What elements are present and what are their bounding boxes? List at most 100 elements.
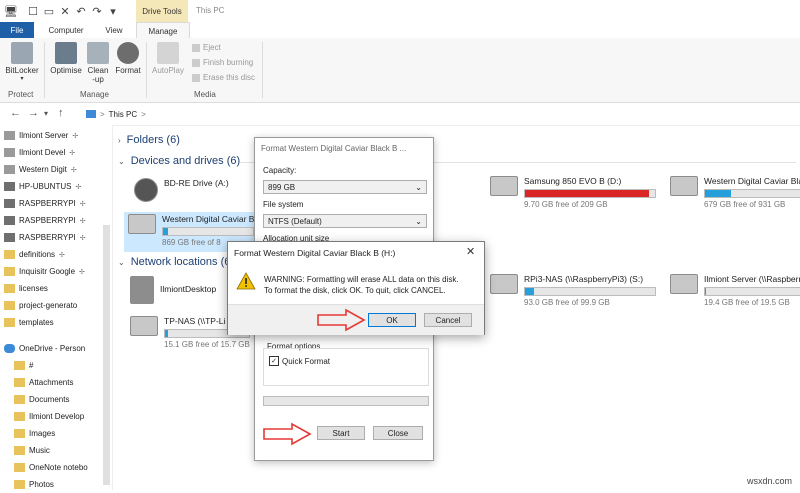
folder-icon <box>14 412 25 421</box>
drive-usage-bar <box>704 287 800 296</box>
sidebar-item-licenses[interactable]: licenses <box>4 280 102 297</box>
folder-icon <box>14 480 25 489</box>
format-progress-bar <box>263 396 429 406</box>
pin-icon[interactable]: ✢ <box>59 251 65 259</box>
sidebar-item-label: Ilmiont Devel <box>19 148 66 157</box>
sidebar-item-music[interactable]: Music <box>14 442 102 459</box>
undo-icon[interactable]: ↶ <box>74 4 88 18</box>
start-button[interactable]: Start <box>317 426 365 440</box>
network-drive-icon <box>670 274 698 294</box>
network-section-header[interactable]: ⌄ Network locations (6 <box>118 256 230 268</box>
sidebar-item-western-digit[interactable]: Western Digit ✢ <box>4 161 102 178</box>
pin-icon[interactable]: ✢ <box>71 166 77 174</box>
sidebar-item-images[interactable]: Images <box>14 425 102 442</box>
sidebar-item-ilmiont-devel[interactable]: Ilmiont Devel ✢ <box>4 144 102 161</box>
recent-dropdown-icon[interactable]: ▾ <box>44 109 48 118</box>
capacity-select[interactable]: 899 GB ⌄ <box>263 180 427 194</box>
drive-samsung-850[interactable]: Samsung 850 EVO B (D:) 9.70 GB free of 2… <box>490 176 656 209</box>
address-bar[interactable]: > This PC > <box>86 106 386 122</box>
hard-drive-icon <box>490 176 518 196</box>
network-icon <box>4 216 15 225</box>
cleanup-button[interactable]: Clean -up <box>86 42 110 84</box>
filesystem-select[interactable]: NTFS (Default) ⌄ <box>263 214 427 228</box>
sidebar-item-documents[interactable]: Documents <box>14 391 102 408</box>
close-button[interactable]: Close <box>373 426 423 440</box>
tab-computer[interactable]: Computer <box>40 22 92 38</box>
sidebar-item-label: definitions <box>19 250 56 259</box>
pin-icon[interactable]: ✢ <box>72 132 78 140</box>
sidebar-item-onenote-notebo[interactable]: OneNote notebo <box>14 459 102 476</box>
cleanup-icon <box>87 42 109 64</box>
devices-section-header[interactable]: ⌄ Devices and drives (6) <box>118 155 240 167</box>
ok-button[interactable]: OK <box>368 313 416 327</box>
tab-view[interactable]: View <box>96 22 132 38</box>
autoplay-button[interactable]: AutoPlay <box>150 42 186 75</box>
drive-free-space: 9.70 GB free of 209 GB <box>524 200 608 209</box>
sidebar-item-project-generato[interactable]: project-generato <box>4 297 102 314</box>
sidebar-item-hp-ubuntus[interactable]: HP-UBUNTUS ✢ <box>4 178 102 195</box>
sidebar-item-attachments[interactable]: Attachments <box>14 374 102 391</box>
format-dialog-title: Format Western Digital Caviar Black B ..… <box>261 144 407 153</box>
finish-burning-button[interactable]: Finish burning <box>192 58 253 67</box>
sidebar-item-raspberrypi[interactable]: RASPBERRYPI ✢ <box>4 229 102 246</box>
network-ilmiont-server[interactable]: Ilmiont Server (\\Raspberry 19.4 GB free… <box>670 274 800 307</box>
bitlocker-button[interactable]: BitLocker ▾ <box>3 42 41 82</box>
computer-icon[interactable]: 🖥 <box>4 4 18 18</box>
new-folder-icon[interactable]: ▭ <box>42 4 56 18</box>
format-button[interactable]: Format <box>114 42 142 75</box>
redo-icon[interactable]: ↷ <box>90 4 104 18</box>
drive-tools-context-label: Drive Tools <box>136 0 188 22</box>
quick-access-list: Ilmiont Server ✢ Ilmiont Devel ✢ Western Dig… <box>4 127 102 331</box>
network-name: Ilmiont Server (\\Raspberry <box>704 274 800 284</box>
eject-button[interactable]: Eject <box>192 43 221 52</box>
sidebar-item-label: RASPBERRYPI <box>19 233 76 242</box>
cleanup-label-1: Clean <box>87 66 109 75</box>
chevron-down-icon: ⌄ <box>415 216 422 226</box>
sidebar-item-templates[interactable]: templates <box>4 314 102 331</box>
optimise-button[interactable]: Optimise <box>48 42 84 75</box>
sidebar-item-ilmiont-develop[interactable]: Ilmiont Develop <box>14 408 102 425</box>
sidebar-scrollbar[interactable] <box>103 225 110 485</box>
drive-western-digital-2[interactable]: Western Digital Caviar Bla 679 GB free o… <box>670 176 800 209</box>
pin-icon[interactable]: ✢ <box>80 234 86 242</box>
sidebar-item-inquisitr-google[interactable]: Inquisitr Google ✢ <box>4 263 102 280</box>
delete-icon[interactable]: ✕ <box>58 4 72 18</box>
sidebar-item-item[interactable]: # <box>14 357 102 374</box>
network-header-label: Network locations (6 <box>130 256 231 268</box>
warning-message-line2: To format the disk, click OK. To quit, c… <box>264 286 446 295</box>
chevron-down-icon: ⌄ <box>415 182 422 192</box>
sidebar-item-raspberrypi[interactable]: RASPBERRYPI ✢ <box>4 195 102 212</box>
pin-icon[interactable]: ✢ <box>80 217 86 225</box>
network-rpi3-nas[interactable]: RPi3-NAS (\\RaspberryPi3) (S:) 93.0 GB f… <box>490 274 656 307</box>
sidebar-item-raspberrypi[interactable]: RASPBERRYPI ✢ <box>4 212 102 229</box>
erase-disc-button[interactable]: Erase this disc <box>192 73 255 82</box>
customize-qat-icon[interactable]: ▾ <box>106 4 120 18</box>
tab-manage[interactable]: Manage <box>136 22 190 39</box>
tab-file[interactable]: File <box>0 22 34 38</box>
network-drive-icon <box>490 274 518 294</box>
pin-icon[interactable]: ✢ <box>75 183 81 191</box>
folders-section-header[interactable]: › Folders (6) <box>118 134 180 146</box>
up-icon[interactable]: ↑ <box>58 107 64 119</box>
drive-bd-re[interactable]: BD-RE Drive (A:) <box>134 178 229 202</box>
bitlocker-label: BitLocker <box>5 66 39 75</box>
properties-icon[interactable]: ☐ <box>26 4 40 18</box>
forward-icon[interactable]: → <box>28 107 39 119</box>
close-icon[interactable]: ✕ <box>466 245 475 258</box>
network-ilmiontdesktop[interactable]: IlmiontDesktop <box>130 276 216 304</box>
breadcrumb-this-pc[interactable]: This PC <box>109 110 137 119</box>
ribbon-divider <box>262 42 263 98</box>
sidebar-item-onedrive[interactable]: OneDrive - Person <box>4 340 102 357</box>
format-options-group <box>263 348 429 386</box>
format-label: Format <box>115 66 141 75</box>
cancel-button[interactable]: Cancel <box>424 313 472 327</box>
sidebar-item-photos[interactable]: Photos <box>14 476 102 493</box>
erase-icon <box>192 73 200 82</box>
pin-icon[interactable]: ✢ <box>79 268 85 276</box>
sidebar-item-ilmiont-server[interactable]: Ilmiont Server ✢ <box>4 127 102 144</box>
sidebar-item-definitions[interactable]: definitions ✢ <box>4 246 102 263</box>
pin-icon[interactable]: ✢ <box>69 149 75 157</box>
pin-icon[interactable]: ✢ <box>80 200 86 208</box>
back-icon[interactable]: ← <box>10 107 21 119</box>
quick-format-checkbox[interactable]: ✓ Quick Format <box>269 356 330 366</box>
